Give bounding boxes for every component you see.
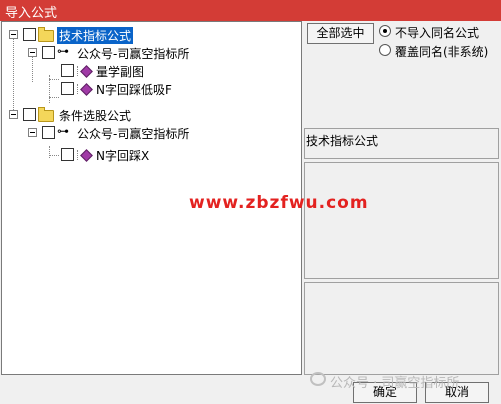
folder-icon xyxy=(38,27,54,42)
site-watermark: www.zbzfwu.com xyxy=(189,193,369,213)
title-bar: 导入公式 xyxy=(0,0,501,21)
radio-skip-label[interactable]: 不导入同名公式 xyxy=(395,24,479,41)
checkbox[interactable] xyxy=(42,126,55,139)
tree-node-label: 公众号-司赢空指标所 xyxy=(77,127,190,141)
category-label: 技术指标公式 xyxy=(306,134,379,148)
checkbox[interactable] xyxy=(23,108,36,121)
formula-icon xyxy=(80,65,93,78)
key-icon: ⊶ xyxy=(57,44,69,58)
category-info-panel: 技术指标公式 xyxy=(304,128,499,159)
checkbox[interactable] xyxy=(61,148,74,161)
tree-node-label: 条件选股公式 xyxy=(59,109,132,123)
radio-overwrite-label[interactable]: 覆盖同名(非系统) xyxy=(395,43,488,60)
wechat-watermark: 公众号 · 司赢空指标所 xyxy=(330,376,460,391)
folder-icon xyxy=(38,107,54,122)
checkbox[interactable] xyxy=(23,28,36,41)
wechat-icon xyxy=(310,372,326,386)
key-icon: ⊶ xyxy=(57,124,69,138)
formula-icon xyxy=(80,83,93,96)
tree-node-formula[interactable]: N字回踩X xyxy=(2,146,301,164)
checkbox[interactable] xyxy=(61,82,74,95)
tree-node-author[interactable]: ⊶ 公众号-司赢空指标所 xyxy=(2,124,301,142)
window-title: 导入公式 xyxy=(5,6,58,21)
collapse-icon[interactable] xyxy=(28,48,37,57)
tree-node-screening-formulas[interactable]: 条件选股公式 xyxy=(2,106,301,124)
checkbox[interactable] xyxy=(42,46,55,59)
radio-overwrite-duplicates[interactable] xyxy=(379,44,391,56)
collapse-icon[interactable] xyxy=(28,128,37,137)
collapse-icon[interactable] xyxy=(9,30,18,39)
tree-node-author[interactable]: ⊶ 公众号-司赢空指标所 xyxy=(2,44,301,62)
tree-node-label: 量学副图 xyxy=(96,65,145,79)
tree-node-formula[interactable]: 量学副图 xyxy=(2,62,301,80)
detail-panel xyxy=(304,282,499,375)
formula-icon xyxy=(80,149,93,162)
checkbox[interactable] xyxy=(61,64,74,77)
tree-node-label: 技术指标公式 xyxy=(57,27,134,44)
tree-node-tech-formulas[interactable]: 技术指标公式 xyxy=(2,26,301,44)
tree-node-label: N字回踩低吸F xyxy=(96,83,172,97)
tree-node-label: 公众号-司赢空指标所 xyxy=(77,47,190,61)
description-panel xyxy=(304,162,499,279)
select-all-button[interactable]: 全部选中 xyxy=(307,23,374,44)
collapse-icon[interactable] xyxy=(9,110,18,119)
radio-skip-duplicates[interactable] xyxy=(379,25,391,37)
tree-node-formula[interactable]: N字回踩低吸F xyxy=(2,80,301,98)
tree-node-label: N字回踩X xyxy=(96,149,150,163)
